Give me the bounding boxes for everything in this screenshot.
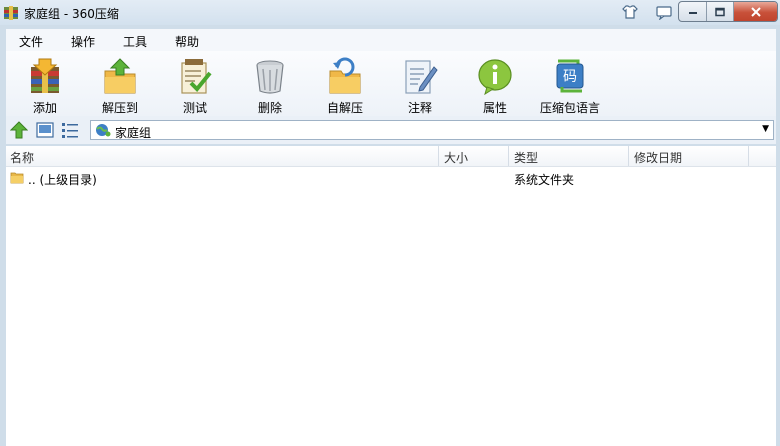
extract-to-icon (104, 58, 136, 94)
column-name[interactable]: 名称 (10, 149, 34, 166)
app-logo-icon (4, 6, 18, 20)
comment-icon (405, 60, 438, 94)
up-arrow-icon[interactable] (10, 121, 28, 139)
table-row[interactable]: .. (上级目录) 系统文件夹 (6, 168, 776, 188)
menu-file[interactable]: 文件 (19, 33, 43, 50)
close-button[interactable] (734, 2, 777, 21)
self-extract-label: 自解压 (326, 101, 363, 115)
column-modified[interactable]: 修改日期 (634, 149, 682, 166)
file-list: 名称 大小 类型 修改日期 .. (上级目录) 系统文件夹 (6, 146, 776, 446)
column-divider[interactable] (438, 146, 439, 166)
delete-trash-icon (256, 60, 284, 94)
window-caption-buttons (678, 1, 778, 22)
extract-to-label: 解压到 (101, 101, 138, 115)
test-label: 测试 (182, 101, 207, 115)
row-type: 系统文件夹 (514, 173, 575, 187)
menu-bar: 文件 操作 工具 帮助 (6, 29, 776, 51)
address-bar-row: 家庭组 ▼ (6, 116, 776, 144)
menu-action[interactable]: 操作 (71, 33, 95, 50)
info-icon (478, 59, 512, 95)
extract-to-button[interactable]: 解压到 (80, 55, 160, 115)
maximize-icon (715, 7, 725, 16)
minimize-button[interactable] (679, 2, 707, 21)
row-name: .. (上级目录) (28, 173, 97, 187)
feedback-icon[interactable] (655, 4, 673, 20)
column-divider[interactable] (508, 146, 509, 166)
minimize-icon (688, 11, 697, 14)
toolbar: 添加 解压到 测试 删除 自解压 注释 属性 码 压缩包语言 (6, 51, 776, 116)
chevron-down-icon[interactable]: ▼ (762, 124, 769, 134)
properties-button[interactable]: 属性 (455, 55, 535, 115)
comment-button[interactable]: 注释 (380, 55, 460, 115)
menu-help[interactable]: 帮助 (175, 33, 199, 50)
add-label: 添加 (32, 101, 57, 115)
menu-tools[interactable]: 工具 (123, 33, 147, 50)
column-type[interactable]: 类型 (514, 149, 538, 166)
archive-language-button[interactable]: 码 压缩包语言 (530, 55, 610, 115)
title-bar: 家庭组 - 360压缩 (0, 0, 780, 25)
archive-language-label: 压缩包语言 (539, 101, 600, 115)
column-header-row: 名称 大小 类型 修改日期 (6, 146, 776, 167)
svg-text:码: 码 (563, 69, 577, 85)
address-path: 家庭组 (115, 126, 152, 140)
maximize-button[interactable] (707, 2, 734, 21)
column-divider[interactable] (748, 146, 749, 166)
column-size[interactable]: 大小 (444, 149, 468, 166)
delete-label: 删除 (257, 101, 282, 115)
thumbnail-view-icon[interactable] (36, 121, 54, 139)
skin-shirt-icon[interactable] (621, 4, 639, 20)
column-divider[interactable] (628, 146, 629, 166)
self-extract-icon (329, 57, 361, 94)
homegroup-icon (96, 124, 111, 137)
address-combobox[interactable]: 家庭组 ▼ (90, 120, 774, 140)
window-title: 家庭组 - 360压缩 (24, 7, 119, 21)
add-button[interactable]: 添加 (5, 55, 85, 115)
archive-language-icon: 码 (556, 59, 584, 93)
details-view-icon[interactable] (61, 121, 79, 139)
test-button[interactable]: 测试 (155, 55, 235, 115)
comment-label: 注释 (407, 101, 432, 115)
properties-label: 属性 (482, 101, 507, 115)
close-icon (750, 6, 761, 17)
delete-button[interactable]: 删除 (230, 55, 310, 115)
add-archive-icon (31, 58, 59, 93)
test-icon (181, 59, 212, 94)
self-extract-button[interactable]: 自解压 (305, 55, 385, 115)
folder-icon (10, 172, 24, 184)
